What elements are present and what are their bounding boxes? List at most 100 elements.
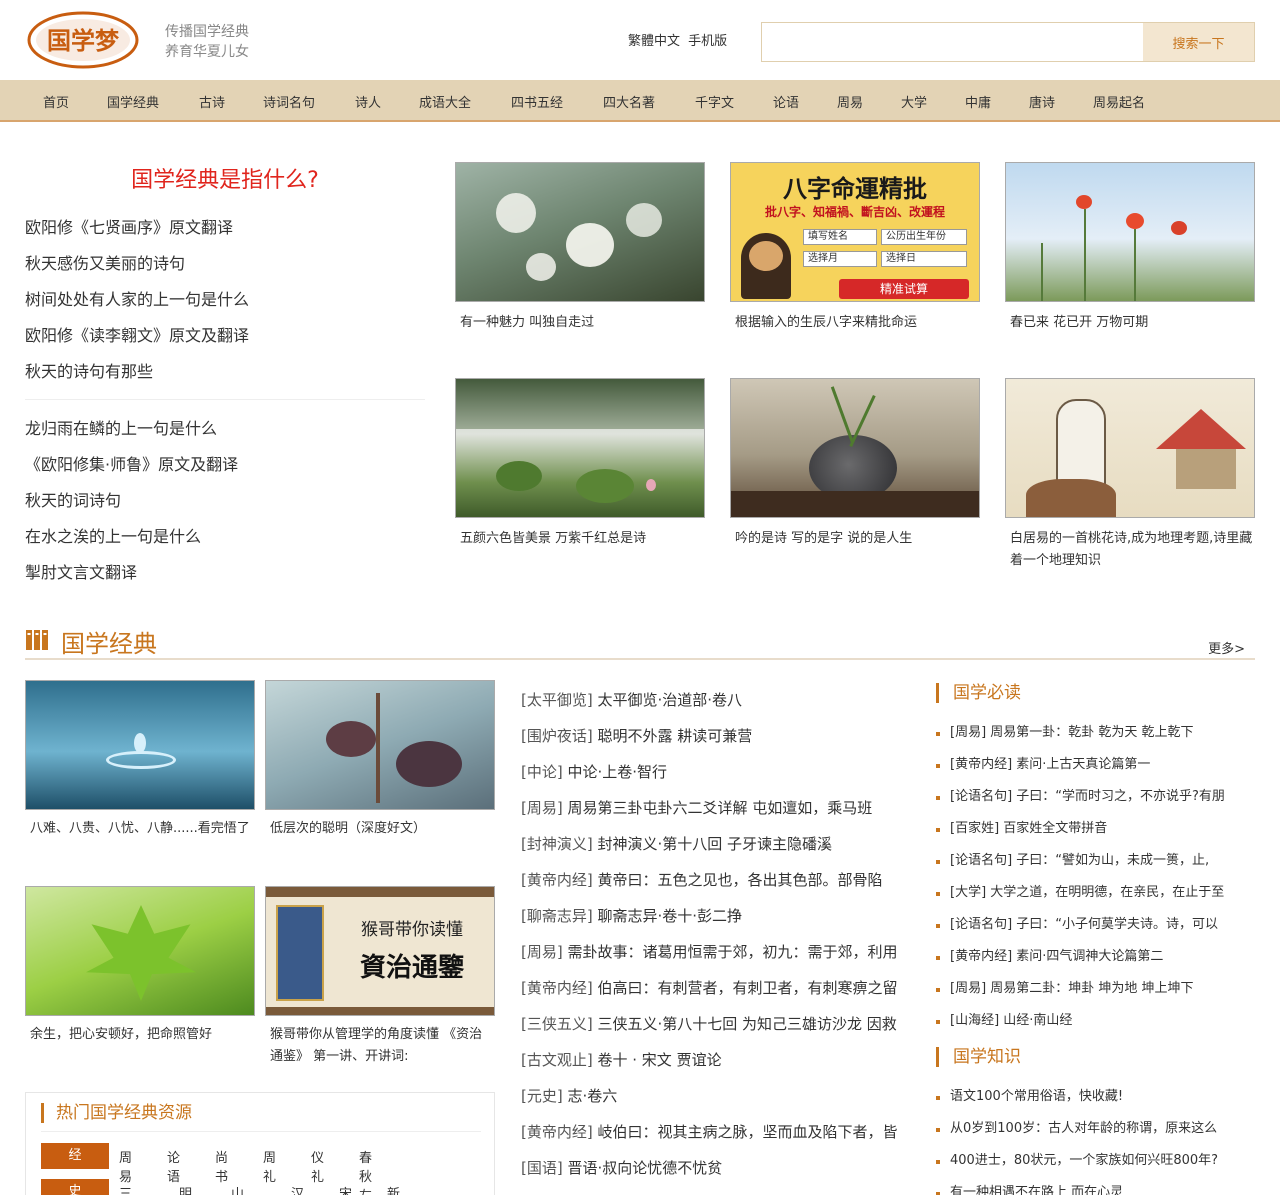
ad-month-select[interactable]: 选择月 <box>803 251 877 267</box>
classic-caption[interactable]: 八难、八贵、八忧、八静......看完悟了 <box>25 818 255 840</box>
must-read-heading[interactable]: 国学必读 <box>936 683 1021 703</box>
hot-resources-title[interactable]: 热门国学经典资源 <box>41 1103 192 1123</box>
lead-link[interactable]: 在水之涘的上一句是什么 <box>25 525 425 561</box>
nav-item-four-books[interactable]: 四书五经 <box>511 92 563 111</box>
nav-item-ancient-poems[interactable]: 古诗 <box>199 92 225 111</box>
must-read-item[interactable]: [大学] 大学之道，在明明德，在亲民，在止于至 <box>936 882 1256 914</box>
article-item[interactable]: [古文观止] 卷十 · 宋文 贾谊论 <box>521 1046 921 1082</box>
hot-link[interactable]: 春秋左传 <box>359 1147 372 1195</box>
lead-link[interactable]: 欧阳修《读李翱文》原文及翻译 <box>25 324 425 360</box>
hot-link[interactable]: 宋史 <box>339 1183 352 1195</box>
nav-item-classics[interactable]: 国学经典 <box>107 92 159 111</box>
article-item[interactable]: [黄帝内经] 岐伯曰：视其主病之脉，坚而血及陷下者，皆 <box>521 1118 921 1154</box>
feature-card[interactable]: 春已来 花已开 万物可期 <box>1005 162 1255 334</box>
poppy-photo[interactable] <box>1005 162 1255 302</box>
item-title[interactable]: 素问·上古天真论篇第一 <box>1016 757 1150 772</box>
article-category[interactable]: [元史] <box>521 1087 563 1105</box>
feature-caption[interactable]: 五颜六色皆美景 万紫千红总是诗 <box>455 528 705 550</box>
article-category[interactable]: [周易] <box>521 799 563 817</box>
must-read-item[interactable]: [周易] 周易第二卦：坤卦 坤为地 坤上坤下 <box>936 978 1256 1010</box>
hot-tag[interactable]: 史 <box>41 1179 109 1195</box>
more-link[interactable]: 更多> <box>1208 638 1245 657</box>
hot-link[interactable]: 新唐书 <box>387 1183 400 1195</box>
feature-card[interactable]: 八字命運精批 批八字、知福禍、斷吉凶、改運程 填写姓名 公历出生年份 选择月 选… <box>730 162 980 334</box>
feature-card[interactable]: 白居易的一首桃花诗,成为地理考题,诗里藏着一个地理知识 <box>1005 378 1255 572</box>
item-category[interactable]: [山海经] <box>950 1013 999 1028</box>
hot-link[interactable]: 尚书 <box>215 1147 228 1185</box>
article-category[interactable]: [黄帝内经] <box>521 1123 593 1141</box>
nav-item-great-learning[interactable]: 大学 <box>901 92 927 111</box>
article-item[interactable]: [国语] 晋语·叔向论忧德不忧贫 <box>521 1154 921 1190</box>
nav-item-idioms[interactable]: 成语大全 <box>419 92 471 111</box>
knowledge-item[interactable]: 有一种相遇不在路上 而在心灵 <box>936 1182 1256 1195</box>
article-category[interactable]: [聊斋志异] <box>521 907 593 925</box>
site-logo[interactable]: 国学梦 <box>26 10 140 70</box>
article-category[interactable]: [中论] <box>521 763 563 781</box>
article-title[interactable]: 卷十 · 宋文 贾谊论 <box>598 1051 722 1069</box>
section-title[interactable]: 国学经典 <box>61 624 157 659</box>
article-title[interactable]: 伯高曰：有刺营者，有刺卫者，有刺寒痹之留 <box>598 979 898 997</box>
nav-item-tang-poems[interactable]: 唐诗 <box>1029 92 1055 111</box>
hot-link[interactable]: 周易 <box>119 1147 132 1185</box>
article-title[interactable]: 岐伯曰：视其主病之脉，坚而血及陷下者，皆 <box>598 1123 898 1141</box>
water-drop-photo[interactable] <box>25 680 255 810</box>
item-category[interactable]: [论语名句] <box>950 853 1012 868</box>
lead-title[interactable]: 国学经典是指什么? <box>25 162 425 194</box>
article-item[interactable]: [黄帝内经] 黄帝曰：五色之见也，各出其色部。部骨陷 <box>521 866 921 902</box>
lead-link[interactable]: 掣肘文言文翻译 <box>25 561 425 597</box>
feature-caption[interactable]: 有一种魅力 叫独自走过 <box>455 312 705 334</box>
article-category[interactable]: [三侠五义] <box>521 1015 593 1033</box>
must-read-item[interactable]: [论语名句] 子曰：“譬如为山，未成一篑，止, <box>936 850 1256 882</box>
hot-tag[interactable]: 经 <box>41 1143 109 1169</box>
item-category[interactable]: [百家姓] <box>950 821 999 836</box>
painting-photo[interactable] <box>1005 378 1255 518</box>
must-read-item[interactable]: [山海经] 山经·南山经 <box>936 1010 1256 1042</box>
article-title[interactable]: 聊斋志异·卷十·彭二挣 <box>598 907 743 925</box>
search-input[interactable] <box>762 23 1143 61</box>
knowledge-item[interactable]: 400进士，80状元，一个家族如何兴旺800年? <box>936 1150 1256 1182</box>
classic-caption[interactable]: 猴哥带你从管理学的角度读懂 《资治通鉴》 第一讲、开讲词: <box>265 1024 495 1068</box>
fossil-photo[interactable] <box>730 378 980 518</box>
ad-day-select[interactable]: 选择日 <box>881 251 967 267</box>
hot-link[interactable]: 周礼 <box>263 1147 276 1185</box>
nav-item-analects[interactable]: 论语 <box>773 92 799 111</box>
article-title[interactable]: 晋语·叔向论忧德不忧贫 <box>568 1159 723 1177</box>
must-read-item[interactable]: [黄帝内经] 素问·上古天真论篇第一 <box>936 754 1256 786</box>
item-category[interactable]: [论语名句] <box>950 789 1012 804</box>
blossom-photo[interactable] <box>455 162 705 302</box>
lead-link[interactable]: 《欧阳修集·师鲁》原文及翻译 <box>25 453 425 489</box>
article-title[interactable]: 聪明不外露 耕读可兼营 <box>598 727 753 745</box>
article-item[interactable]: [三侠五义] 三侠五义·第八十七回 为知己三雄访沙龙 因救 <box>521 1010 921 1046</box>
article-category[interactable]: [黄帝内经] <box>521 979 593 997</box>
item-category[interactable]: [周易] <box>950 981 986 996</box>
feature-caption[interactable]: 白居易的一首桃花诗,成为地理考题,诗里藏着一个地理知识 <box>1005 528 1255 572</box>
ad-year-select[interactable]: 公历出生年份 <box>881 229 967 245</box>
article-category[interactable]: [黄帝内经] <box>521 871 593 889</box>
article-category[interactable]: [国语] <box>521 1159 563 1177</box>
feature-card[interactable]: 吟的是诗 写的是字 说的是人生 <box>730 378 980 550</box>
item-title[interactable]: 周易第二卦：坤卦 坤为地 坤上坤下 <box>990 981 1193 996</box>
item-category[interactable]: [大学] <box>950 885 986 900</box>
hot-link[interactable]: 三国志 <box>119 1183 132 1195</box>
knowledge-item[interactable]: 从0岁到100岁：古人对年龄的称谓，原来这么 <box>936 1118 1256 1150</box>
item-title[interactable]: 子曰：“学而时习之，不亦说乎?有朋 <box>1016 789 1225 804</box>
must-read-item[interactable]: [论语名句] 子曰：“学而时习之，不亦说乎?有朋 <box>936 786 1256 818</box>
lead-link[interactable]: 龙归雨在鳞的上一句是什么 <box>25 417 425 453</box>
knowledge-item[interactable]: 语文100个常用俗语，快收藏! <box>936 1086 1256 1118</box>
nav-item-doctrine-mean[interactable]: 中庸 <box>965 92 991 111</box>
article-item[interactable]: [太平御览] 太平御览·治道部·卷八 <box>521 686 921 722</box>
nav-item-four-novels[interactable]: 四大名著 <box>603 92 655 111</box>
article-item[interactable]: [聊斋志异] 聊斋志异·卷十·彭二挣 <box>521 902 921 938</box>
article-category[interactable]: [古文观止] <box>521 1051 593 1069</box>
frost-plant-photo[interactable] <box>265 680 495 810</box>
article-title[interactable]: 周易第三卦屯卦六二爻详解 屯如邅如，乘马班 <box>568 799 873 817</box>
article-item[interactable]: [中论] 中论·上卷·智行 <box>521 758 921 794</box>
article-title[interactable]: 太平御览·治道部·卷八 <box>598 691 743 709</box>
feature-caption[interactable]: 吟的是诗 写的是字 说的是人生 <box>730 528 980 550</box>
article-item[interactable]: [围炉夜话] 聪明不外露 耕读可兼营 <box>521 722 921 758</box>
classic-card[interactable]: 猴哥带你读懂 資治通鑒 猴哥带你从管理学的角度读懂 《资治通鉴》 第一讲、开讲词… <box>265 886 495 1068</box>
item-title[interactable]: 子曰：“小子何莫学夫诗。诗，可以 <box>1016 917 1218 932</box>
ad-calculate-button[interactable]: 精准试算 <box>839 279 969 299</box>
hot-link[interactable]: 汉书 <box>291 1183 304 1195</box>
lead-link[interactable]: 欧阳修《七贤画序》原文翻译 <box>25 216 425 252</box>
